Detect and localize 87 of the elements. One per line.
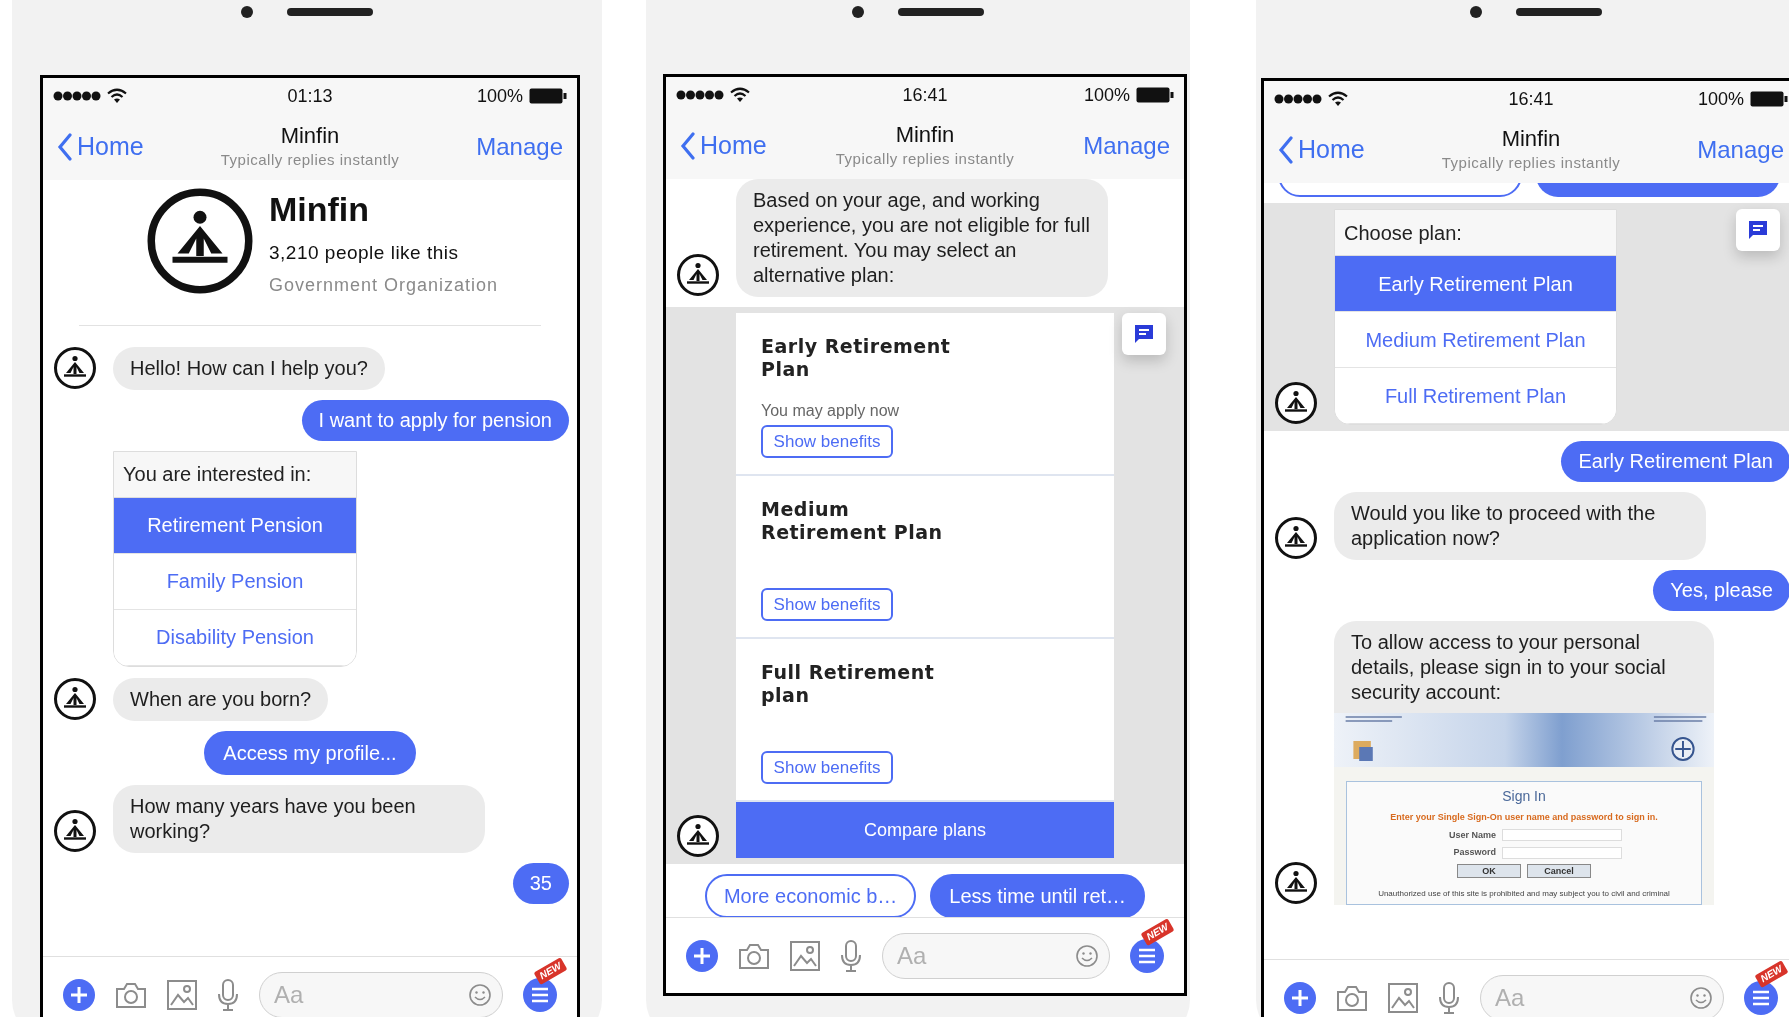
chevron-left-icon — [1278, 136, 1294, 164]
field-label: Password — [1452, 846, 1496, 859]
plan-title: Full Retirement plan — [761, 661, 936, 707]
plan-note: You may apply now — [761, 401, 901, 421]
option-item[interactable]: Retirement Pension — [114, 497, 356, 554]
wifi-icon — [1328, 91, 1348, 107]
message-bubble: Would you like to proceed with the application now? — [1334, 492, 1706, 560]
message-bubble: Hello! How can I help you? — [113, 346, 385, 390]
signal-icon — [676, 90, 724, 100]
chat-title: Minfin — [1501, 125, 1561, 152]
signal-icon — [1274, 94, 1322, 104]
chat-bubble-icon[interactable] — [1747, 219, 1769, 241]
form-button[interactable]: OK — [1457, 863, 1521, 878]
option-item[interactable]: Early Retirement Plan — [1335, 256, 1616, 312]
field-label: User Name — [1447, 828, 1496, 842]
input-field[interactable] — [1502, 829, 1622, 842]
image-icon[interactable] — [790, 940, 820, 971]
manage-link[interactable]: Manage — [453, 129, 563, 165]
chat-subtitle: Typically replies instantly — [220, 149, 400, 170]
chat-subtitle: Typically replies instantly — [1441, 152, 1621, 173]
smiley-icon[interactable] — [1076, 944, 1098, 967]
camera-icon[interactable] — [115, 980, 147, 1009]
sign-in-title: Sign In — [1502, 787, 1546, 806]
quick-reply-button[interactable]: More economic b… — [704, 874, 917, 917]
page-category: Government Organization — [269, 273, 499, 297]
chat-subtitle: Typically replies instantly — [835, 148, 1015, 169]
battery-percent: 100% — [1083, 83, 1130, 107]
likes-count: 3,210 people like this — [269, 241, 460, 265]
quick-reply-button[interactable]: Less time until ret… — [930, 874, 1146, 917]
message-field[interactable]: Aa — [259, 971, 503, 1017]
message-bubble: When are you born? — [113, 677, 329, 721]
quick-reply-button[interactable]: Access my profile... — [204, 730, 416, 775]
chevron-left-icon — [680, 132, 696, 160]
message-bubble: Early Retirement Plan — [1561, 441, 1789, 482]
microphone-icon[interactable] — [217, 978, 239, 1011]
form-button[interactable]: Cancel — [1527, 863, 1591, 878]
microphone-icon[interactable] — [840, 939, 862, 972]
camera-icon[interactable] — [738, 941, 770, 970]
show-benefits-button[interactable]: Show benefits — [761, 751, 893, 784]
smiley-icon[interactable] — [1690, 986, 1712, 1009]
wifi-icon — [730, 87, 750, 103]
message-text: To allow access to your personal details, please sign in to your social security account: — [1350, 630, 1667, 705]
wifi-icon — [107, 88, 127, 104]
battery-icon — [529, 88, 567, 104]
message-field[interactable]: Aa — [1480, 974, 1724, 1017]
message-bubble: Based on your age, and working experience, you are not eligible for full retirement. You may select an alternative plan: — [736, 179, 1108, 297]
battery-icon — [1136, 87, 1174, 103]
chat-title: Minfin — [895, 121, 955, 148]
options-prompt: You are interested in: — [114, 451, 356, 498]
message-field[interactable]: Aa — [882, 932, 1110, 979]
camera-icon[interactable] — [1336, 983, 1368, 1012]
plus-icon[interactable] — [63, 978, 95, 1011]
image-icon[interactable] — [167, 979, 197, 1010]
plan-title: Medium Retirement Plan — [761, 498, 944, 544]
page-name: Minfin — [269, 189, 371, 230]
battery-percent: 100% — [476, 84, 523, 108]
plus-icon[interactable] — [1284, 981, 1316, 1014]
status-time: 01:13 — [287, 84, 333, 108]
back-button[interactable]: Home — [680, 127, 790, 165]
show-benefits-button[interactable]: Show benefits — [761, 425, 893, 458]
battery-percent: 100% — [1697, 87, 1744, 111]
options-prompt: Choose plan: — [1335, 210, 1616, 256]
message-bubble: Yes, please — [1653, 570, 1789, 611]
smiley-icon[interactable] — [469, 983, 491, 1006]
manage-link[interactable]: Manage — [1060, 128, 1170, 164]
compare-plans-button[interactable]: Compare plans — [736, 802, 1114, 858]
back-button[interactable]: Home — [57, 128, 167, 166]
image-icon[interactable] — [1388, 982, 1418, 1013]
chat-title: Minfin — [280, 122, 340, 149]
show-benefits-button[interactable]: Show benefits — [761, 588, 893, 621]
message-bubble: 35 — [512, 862, 569, 904]
status-time: 16:41 — [902, 83, 948, 107]
battery-icon — [1750, 91, 1788, 107]
sign-in-instruction: Enter your Single Sign-On user name and password to sign in. — [1390, 811, 1658, 824]
chat-bubble-icon[interactable] — [1133, 323, 1155, 345]
message-bubble: I want to apply for pension — [301, 399, 569, 441]
plus-icon[interactable] — [686, 939, 718, 972]
plan-title: Early Retirement Plan — [761, 335, 952, 381]
message-bubble: How many years have you been working? — [113, 784, 485, 853]
microphone-icon[interactable] — [1438, 981, 1460, 1014]
back-button[interactable]: Home — [1278, 131, 1388, 169]
status-time: 16:41 — [1508, 87, 1554, 111]
signal-icon — [53, 91, 101, 101]
input-field[interactable] — [1502, 846, 1622, 859]
chevron-left-icon — [57, 133, 73, 161]
manage-link[interactable]: Manage — [1674, 132, 1784, 168]
disclaimer-text: Unauthorized use of this site is prohibited and may subject you to civil and criminal — [1378, 887, 1670, 900]
